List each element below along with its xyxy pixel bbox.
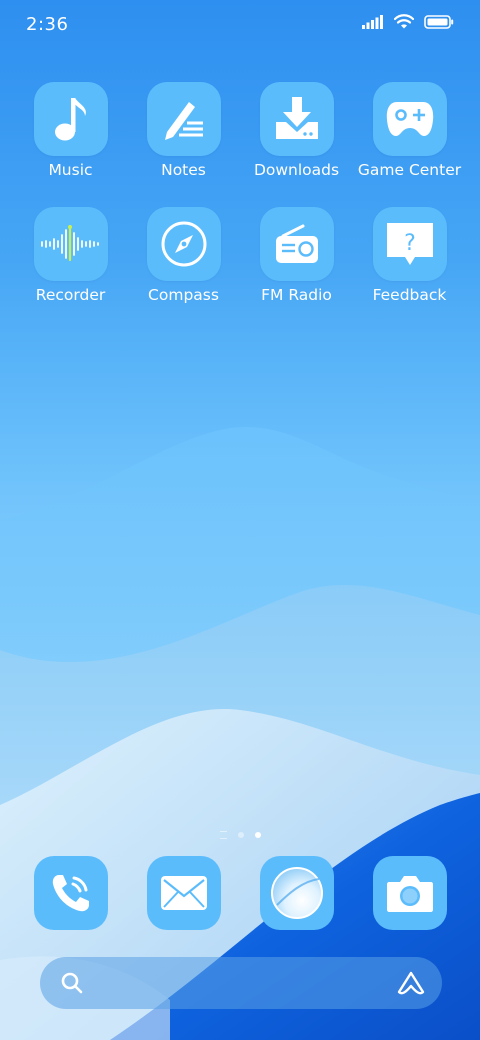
page-dot-active[interactable]: [254, 832, 261, 838]
battery-icon: [424, 14, 454, 29]
feedback-icon: ?: [386, 223, 433, 265]
music-icon: [54, 98, 86, 141]
app-label: FM Radio: [261, 286, 332, 304]
notes-icon: [164, 102, 203, 140]
app-label: Recorder: [35, 286, 106, 304]
app-game-center[interactable]: Game Center: [353, 82, 466, 179]
page-dot-overview[interactable]: [219, 831, 227, 839]
app-downloads[interactable]: Downloads: [240, 82, 353, 179]
app-compass[interactable]: Compass: [127, 207, 240, 304]
camera-icon: [387, 876, 433, 912]
page-dot[interactable]: [237, 832, 244, 838]
compass-icon: [161, 221, 206, 267]
app-music[interactable]: Music: [14, 82, 127, 179]
app-recorder[interactable]: Recorder: [14, 207, 127, 304]
svg-text:?: ?: [404, 231, 416, 256]
app-fm-radio[interactable]: FM Radio: [240, 207, 353, 304]
dock-mail[interactable]: [147, 856, 221, 930]
assistant-icon[interactable]: [396, 970, 426, 996]
app-feedback[interactable]: ? Feedback: [353, 207, 466, 304]
browser-icon: [271, 867, 323, 919]
app-label: Compass: [148, 286, 219, 304]
phone-icon: [52, 875, 89, 912]
wifi-icon: [394, 14, 414, 29]
status-bar: 2:36: [0, 0, 480, 52]
dock-camera[interactable]: [373, 856, 447, 930]
signal-icon: [362, 14, 383, 29]
radio-icon: [275, 224, 318, 263]
page-indicator[interactable]: [0, 831, 480, 839]
app-label: Feedback: [372, 286, 447, 304]
app-label: Game Center: [357, 161, 462, 179]
dock-phone[interactable]: [34, 856, 108, 930]
app-notes[interactable]: Notes: [127, 82, 240, 179]
status-time: 2:36: [26, 14, 69, 35]
waveform-icon: [40, 225, 99, 262]
app-label: Notes: [161, 161, 206, 179]
gamepad-icon: [386, 102, 433, 136]
mail-icon: [161, 876, 207, 910]
app-label: Music: [48, 161, 93, 179]
search-bar[interactable]: [40, 957, 442, 1009]
dock-browser[interactable]: [260, 856, 334, 930]
download-icon: [275, 97, 318, 139]
app-label: Downloads: [253, 161, 340, 179]
search-icon[interactable]: [60, 971, 84, 995]
